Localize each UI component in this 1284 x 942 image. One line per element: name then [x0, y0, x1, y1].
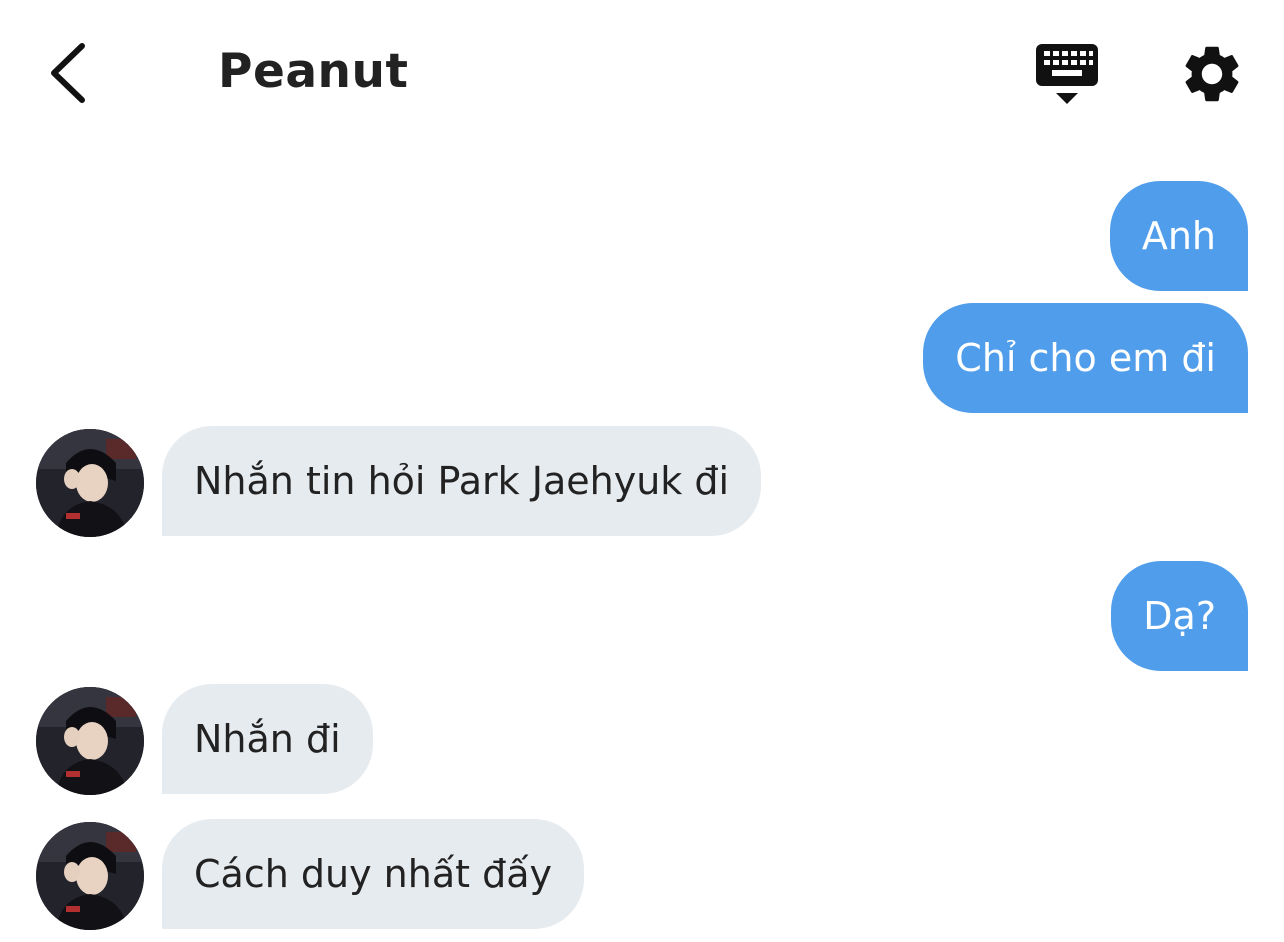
keyboard-button[interactable]: [1030, 40, 1106, 110]
message-bubble-received[interactable]: Nhắn đi: [162, 684, 373, 794]
message-bubble-sent[interactable]: Anh: [1109, 181, 1248, 291]
message-bubble-sent[interactable]: Dạ?: [1111, 561, 1248, 671]
chat-header: Peanut: [0, 0, 1284, 145]
message-bubble-received[interactable]: Cách duy nhất đấy: [162, 819, 584, 929]
chat-screen: Peanut Anh Chỉ cho em đi Nhắn tin hỏi Pa…: [0, 0, 1284, 942]
back-button[interactable]: [38, 38, 98, 108]
settings-button[interactable]: [1178, 40, 1246, 108]
avatar-photo: [36, 429, 144, 537]
avatar[interactable]: [36, 429, 144, 537]
gear-icon: [1185, 46, 1239, 102]
avatar-photo: [36, 822, 144, 930]
message-bubble-received[interactable]: Nhắn tin hỏi Park Jaehyuk đi: [162, 426, 762, 536]
page-title: Peanut: [218, 44, 409, 99]
message-bubble-sent[interactable]: Chỉ cho em đi: [923, 303, 1248, 413]
avatar[interactable]: [36, 822, 144, 930]
avatar[interactable]: [36, 687, 144, 795]
avatar-photo: [36, 687, 144, 795]
chevron-left-icon: [51, 43, 85, 103]
keyboard-hide-icon: [1036, 44, 1098, 104]
